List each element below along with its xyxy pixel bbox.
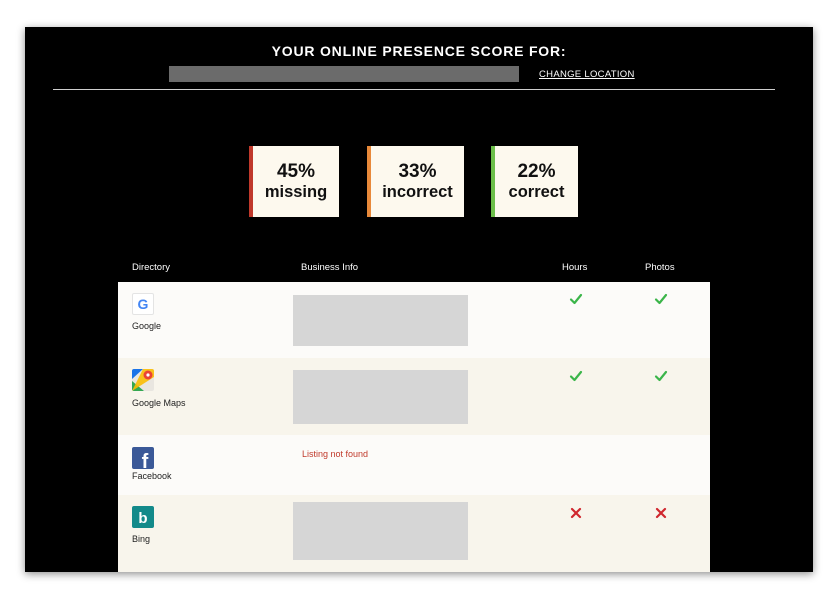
google-icon: G — [132, 293, 154, 315]
svg-text:b: b — [138, 510, 147, 527]
google-maps-icon — [132, 369, 154, 391]
listing-not-found-text: Listing not found — [302, 449, 369, 459]
cross-icon — [655, 507, 667, 519]
table-row: b Bing — [118, 495, 710, 572]
column-header-business-info: Business Info — [301, 262, 359, 273]
score-percent: 45% — [276, 160, 316, 182]
column-header-hours: Hours — [562, 262, 588, 273]
svg-text:f: f — [142, 451, 149, 469]
check-icon — [569, 370, 583, 382]
directory-name: Google — [132, 321, 162, 331]
directory-name: Google Maps — [132, 398, 186, 408]
score-label: missing — [264, 182, 328, 201]
directory-name: Bing — [132, 534, 151, 544]
score-card-missing: 45% missing — [249, 146, 339, 217]
score-label: correct — [508, 182, 565, 201]
score-percent: 22% — [517, 160, 556, 182]
business-info-redacted — [293, 502, 468, 560]
facebook-icon: f — [132, 447, 154, 469]
directory-table: G Google Google Maps f Facebook Listing … — [118, 282, 710, 572]
business-info-redacted — [293, 295, 468, 346]
score-label: incorrect — [382, 182, 453, 201]
bing-icon: b — [132, 506, 154, 528]
change-location-link[interactable]: CHANGE LOCATION — [539, 69, 635, 80]
table-row: G Google — [118, 282, 710, 358]
score-percent: 33% — [398, 160, 437, 182]
directory-name: Facebook — [132, 471, 172, 481]
cross-icon — [570, 507, 582, 519]
business-info-redacted — [293, 370, 468, 424]
check-icon — [569, 293, 583, 305]
header-divider — [53, 89, 775, 90]
svg-text:G: G — [138, 296, 149, 312]
table-row: Google Maps — [118, 358, 710, 435]
column-header-photos: Photos — [645, 262, 675, 273]
page-title: YOUR ONLINE PRESENCE SCORE FOR: — [271, 43, 567, 59]
check-icon — [654, 293, 668, 305]
table-row: f Facebook Listing not found — [118, 435, 710, 495]
presence-score-panel: YOUR ONLINE PRESENCE SCORE FOR: CHANGE L… — [25, 27, 813, 572]
check-icon — [654, 370, 668, 382]
score-card-correct: 22% correct — [491, 146, 578, 217]
score-card-incorrect: 33% incorrect — [367, 146, 464, 217]
location-redacted-bar — [169, 66, 519, 82]
column-header-directory: Directory — [132, 262, 171, 273]
